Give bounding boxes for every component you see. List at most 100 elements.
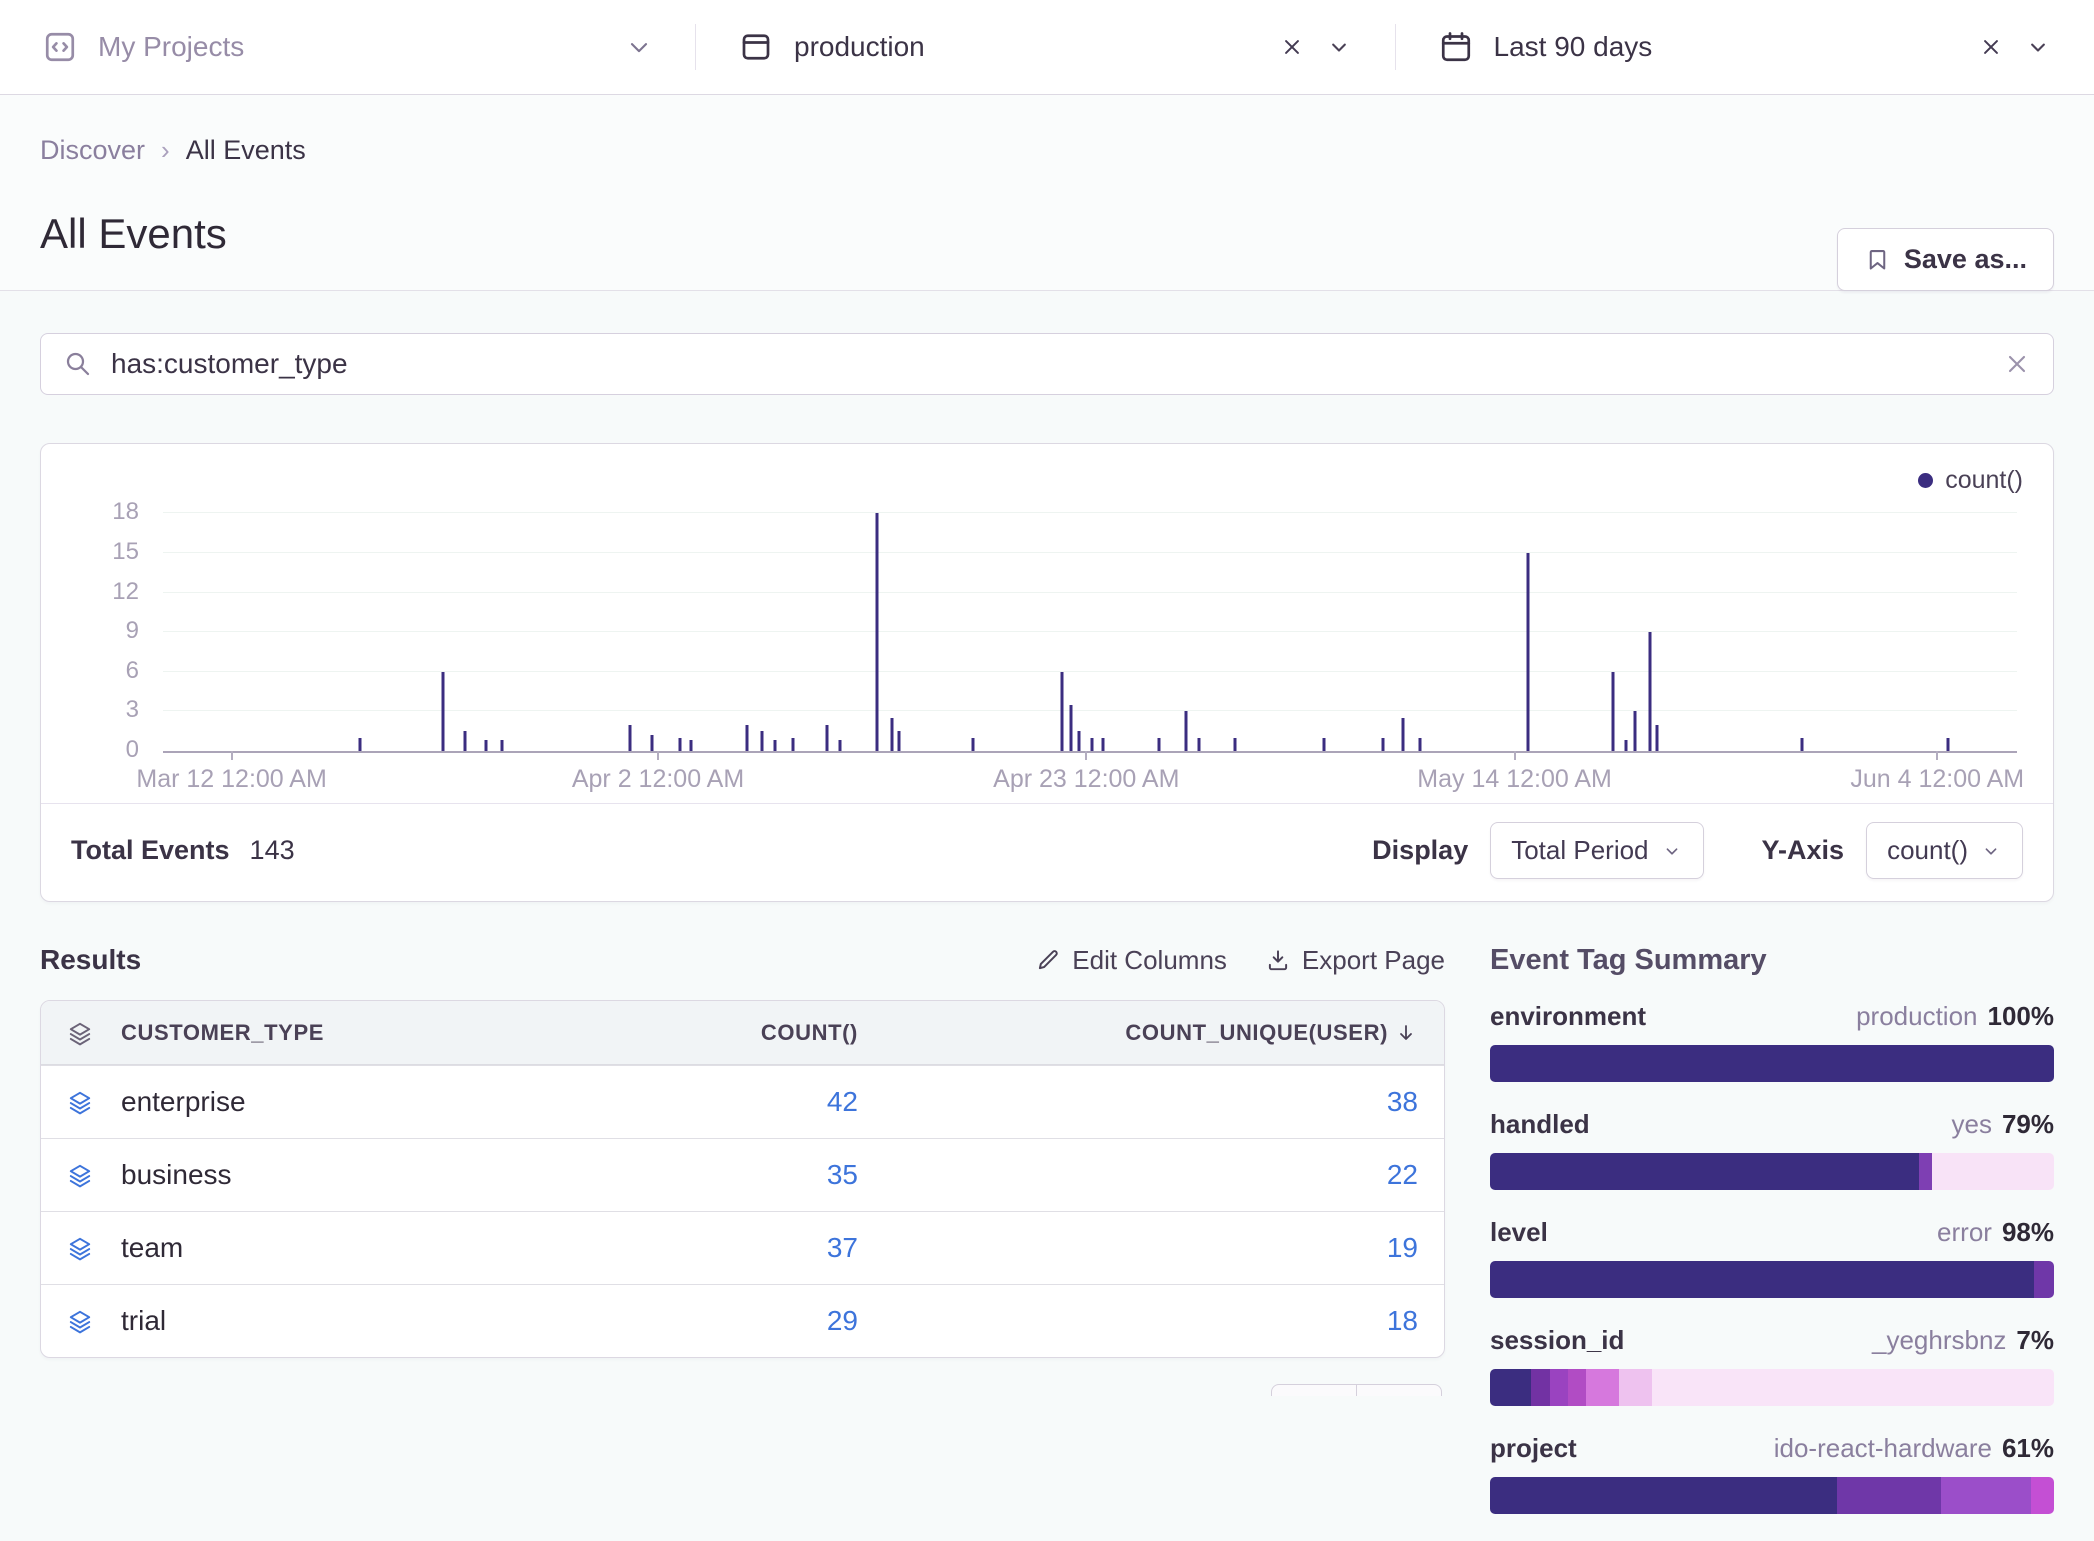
tag-bar[interactable] bbox=[1490, 1477, 2054, 1514]
cell-count-link[interactable]: 42 bbox=[528, 1086, 858, 1118]
cell-customer-type: team bbox=[121, 1232, 183, 1264]
total-events-value: 143 bbox=[250, 835, 295, 866]
chart-bar bbox=[1648, 632, 1651, 751]
page-title: All Events bbox=[40, 210, 2054, 258]
chart-bar bbox=[773, 740, 776, 751]
y-axis-label: Y-Axis bbox=[1762, 835, 1845, 866]
clear-environment-icon[interactable] bbox=[1279, 34, 1305, 60]
chart-bar bbox=[898, 731, 901, 751]
gridline bbox=[163, 592, 2017, 593]
tag-bar-segment bbox=[1490, 1477, 1837, 1514]
cell-count-unique-link[interactable]: 38 bbox=[858, 1086, 1418, 1118]
tag-bar[interactable] bbox=[1490, 1045, 2054, 1082]
save-as-label: Save as... bbox=[1904, 244, 2027, 275]
search-bar[interactable] bbox=[40, 333, 2054, 395]
environment-selector-label: production bbox=[794, 31, 925, 63]
chart-legend: count() bbox=[41, 444, 2053, 495]
bookmark-icon bbox=[1864, 246, 1891, 273]
table-row: team 37 19 bbox=[41, 1211, 1444, 1284]
chart-plot[interactable]: 0369121518 bbox=[163, 501, 2017, 753]
results-heading: Results bbox=[40, 944, 141, 976]
chart-bar bbox=[1233, 738, 1236, 751]
edit-columns-label: Edit Columns bbox=[1072, 945, 1227, 976]
breadcrumb-discover-link[interactable]: Discover bbox=[40, 135, 145, 166]
tag-block-level: level error 98% bbox=[1490, 1217, 2054, 1298]
cell-count-unique-link[interactable]: 18 bbox=[858, 1305, 1418, 1337]
tag-top-value: ido-react-hardware bbox=[1774, 1433, 1992, 1464]
display-dropdown[interactable]: Total Period bbox=[1490, 822, 1703, 879]
tag-bar[interactable] bbox=[1490, 1261, 2054, 1298]
environment-selector[interactable]: production bbox=[696, 0, 1395, 94]
search-clear-icon[interactable] bbox=[2003, 350, 2031, 378]
chart-bar bbox=[1157, 738, 1160, 751]
chart-bar bbox=[1634, 711, 1637, 751]
chart-bar bbox=[875, 513, 878, 751]
cell-count-link[interactable]: 37 bbox=[528, 1232, 858, 1264]
chevron-down-icon[interactable] bbox=[1325, 33, 1353, 61]
tag-bar-segment bbox=[1619, 1369, 1652, 1406]
tag-bar-segment bbox=[2031, 1477, 2054, 1514]
y-axis-tick-label: 6 bbox=[73, 657, 139, 685]
cell-count-link[interactable]: 29 bbox=[528, 1305, 858, 1337]
chart-bar bbox=[1656, 725, 1659, 751]
edit-columns-button[interactable]: Edit Columns bbox=[1035, 945, 1227, 976]
cell-count-link[interactable]: 35 bbox=[528, 1159, 858, 1191]
tag-block-project: project ido-react-hardware 61% bbox=[1490, 1433, 2054, 1514]
chart-bar bbox=[1526, 553, 1529, 751]
legend-dot-icon bbox=[1918, 473, 1933, 488]
tag-top-value: _yeghrsbnz bbox=[1872, 1325, 2006, 1356]
cell-count-unique-link[interactable]: 22 bbox=[858, 1159, 1418, 1191]
column-header-count-unique[interactable]: COUNT_UNIQUE(USER) bbox=[858, 1020, 1418, 1046]
next-page-button[interactable] bbox=[1356, 1384, 1442, 1396]
chart-bar bbox=[1185, 711, 1188, 751]
calendar-icon bbox=[1438, 29, 1474, 65]
tag-bar-segment bbox=[1932, 1153, 2054, 1190]
save-as-button[interactable]: Save as... bbox=[1837, 228, 2054, 291]
gridline bbox=[163, 631, 2017, 632]
x-axis-tick-label: Jun 4 12:00 AM bbox=[1850, 765, 2024, 794]
results-table: CUSTOMER_TYPE COUNT() COUNT_UNIQUE(USER)… bbox=[40, 1000, 1445, 1358]
chevron-down-icon[interactable] bbox=[2024, 33, 2052, 61]
chart-x-axis: Mar 12 12:00 AMApr 2 12:00 AMApr 23 12:0… bbox=[163, 753, 2017, 803]
export-page-button[interactable]: Export Page bbox=[1265, 945, 1445, 976]
column-header-count[interactable]: COUNT() bbox=[528, 1020, 858, 1046]
search-icon bbox=[63, 349, 93, 379]
chart-bar bbox=[1800, 738, 1803, 751]
tag-percent: 79% bbox=[2002, 1109, 2054, 1140]
stack-icon bbox=[67, 1308, 93, 1334]
project-selector[interactable]: My Projects bbox=[0, 0, 695, 94]
y-axis-dropdown[interactable]: count() bbox=[1866, 822, 2023, 879]
tag-bar-segment bbox=[1837, 1477, 1941, 1514]
tag-bar[interactable] bbox=[1490, 1153, 2054, 1190]
x-axis-tick-label: Apr 2 12:00 AM bbox=[572, 765, 744, 794]
chart-bar bbox=[838, 740, 841, 751]
chart-bar bbox=[1402, 718, 1405, 751]
chart-bar bbox=[972, 738, 975, 751]
clear-date-range-icon[interactable] bbox=[1978, 34, 2004, 60]
chevron-down-icon bbox=[1661, 840, 1683, 862]
column-header-customer-type[interactable]: CUSTOMER_TYPE bbox=[121, 1020, 324, 1046]
date-range-selector[interactable]: Last 90 days bbox=[1396, 0, 2094, 94]
search-input[interactable] bbox=[111, 348, 1985, 380]
tag-percent: 61% bbox=[2002, 1433, 2054, 1464]
cell-count-unique-link[interactable]: 19 bbox=[858, 1232, 1418, 1264]
events-chart-card: count() 0369121518 Mar 12 12:00 AMApr 2 … bbox=[40, 443, 2054, 902]
tag-bar[interactable] bbox=[1490, 1369, 2054, 1406]
chart-bar bbox=[1947, 738, 1950, 751]
tag-name: level bbox=[1490, 1217, 1548, 1248]
previous-page-button[interactable] bbox=[1271, 1384, 1357, 1396]
chart-bar bbox=[1061, 672, 1064, 751]
tag-block-session-id: session_id _yeghrsbnz 7% bbox=[1490, 1325, 2054, 1406]
tag-block-handled: handled yes 79% bbox=[1490, 1109, 2054, 1190]
y-axis-tick-label: 15 bbox=[73, 538, 139, 566]
legend-label: count() bbox=[1945, 466, 2023, 495]
tag-percent: 98% bbox=[2002, 1217, 2054, 1248]
event-tag-summary: Event Tag Summary environment production… bbox=[1490, 944, 2054, 1541]
chart-bar bbox=[651, 735, 654, 751]
tag-bar-segment bbox=[1490, 1369, 1531, 1406]
tag-name: project bbox=[1490, 1433, 1577, 1464]
tag-name: session_id bbox=[1490, 1325, 1624, 1356]
tag-percent: 7% bbox=[2016, 1325, 2054, 1356]
stack-icon bbox=[67, 1089, 93, 1115]
download-icon bbox=[1265, 947, 1291, 973]
